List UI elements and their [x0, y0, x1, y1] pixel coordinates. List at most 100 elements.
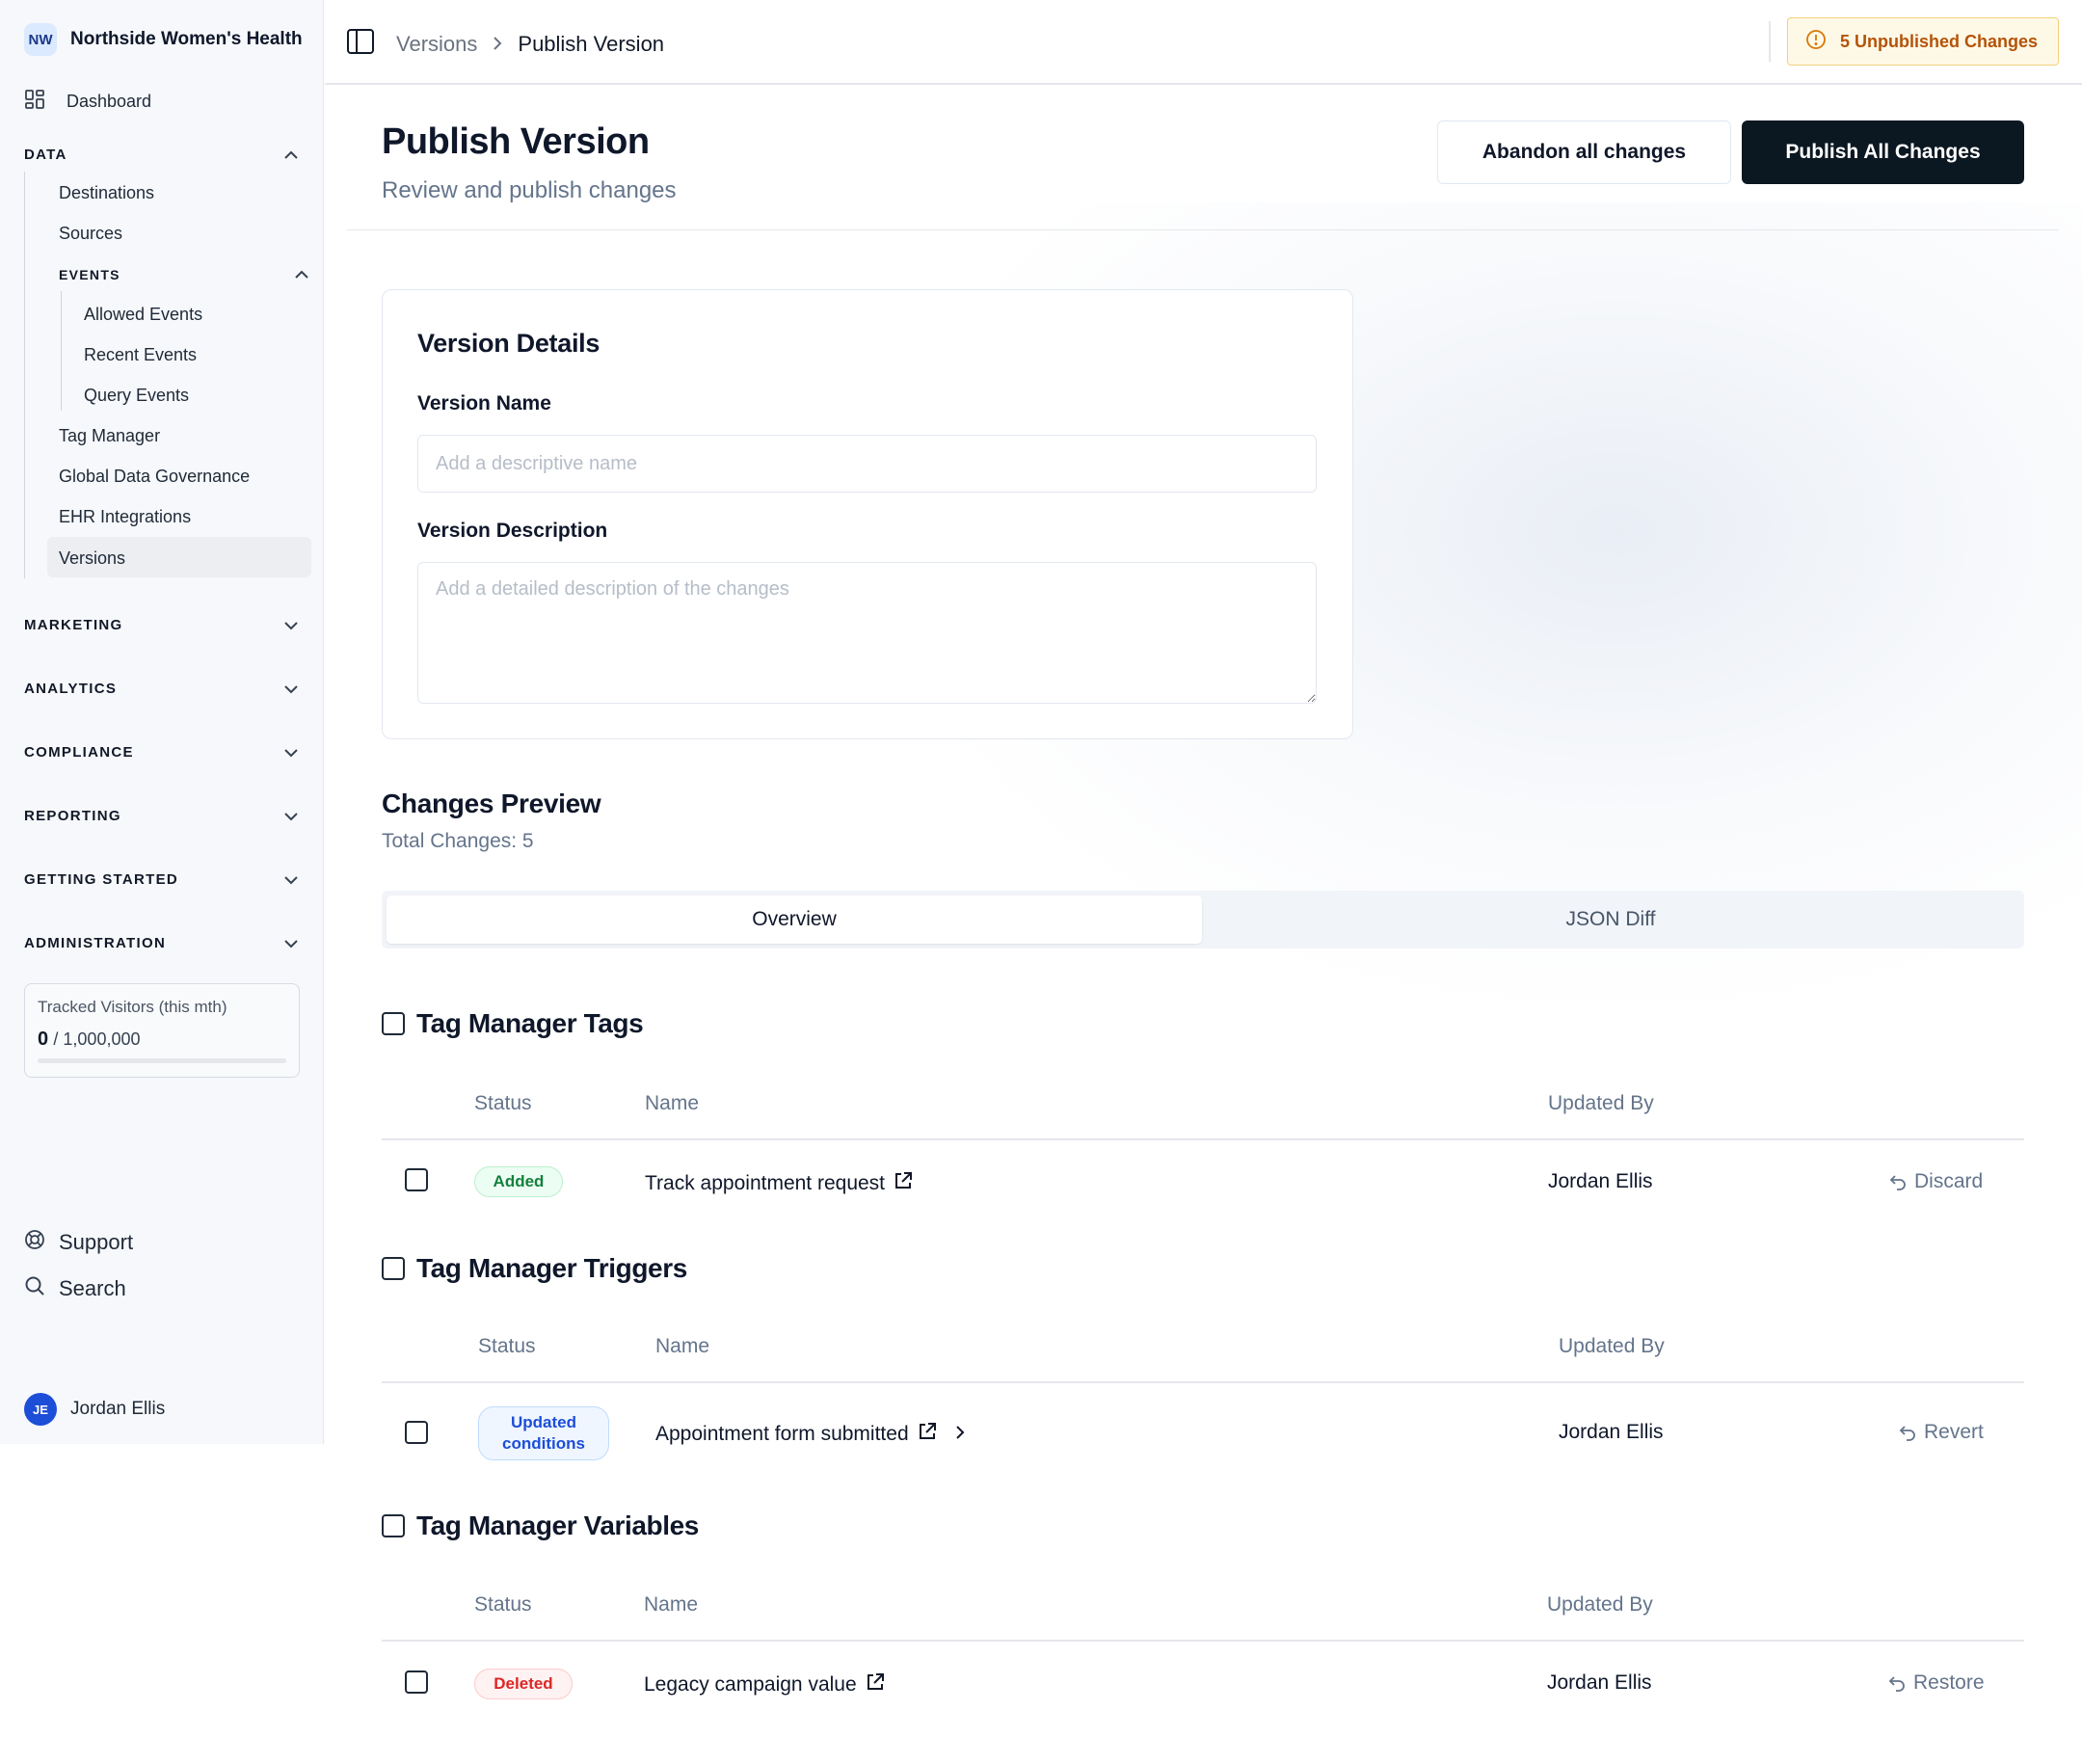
status-badge: Updated conditions: [478, 1406, 609, 1460]
publish-all-changes-button[interactable]: Publish All Changes: [1742, 120, 2024, 184]
unpublished-changes-label: 5 Unpublished Changes: [1840, 31, 2039, 51]
discard-button[interactable]: Discard: [1889, 1170, 1983, 1193]
group-tag-manager-tags: Tag Manager Tags: [382, 1008, 644, 1039]
chevron-down-icon: [283, 748, 299, 758]
section-compliance[interactable]: COMPLIANCE: [24, 744, 299, 761]
dashboard-icon: [24, 89, 45, 115]
undo-icon: [1889, 1175, 1906, 1190]
divider: [1769, 21, 1771, 62]
tracked-visitors-value: 0 / 1,000,000: [38, 1029, 286, 1051]
action-label: Discard: [1914, 1170, 1984, 1192]
column-header-updated-by: Updated By: [1548, 1092, 1654, 1114]
section-label: COMPLIANCE: [24, 744, 134, 761]
column-header-updated-by: Updated By: [1559, 1335, 1665, 1357]
section-events[interactable]: EVENTS: [59, 267, 309, 282]
search-icon: [24, 1275, 45, 1302]
sidebar-toggle-icon[interactable]: [346, 27, 375, 62]
table-divider: [382, 1138, 2024, 1140]
status-badge: Added: [474, 1166, 563, 1197]
page-subtitle: Review and publish changes: [382, 177, 677, 203]
chevron-right-icon: [493, 32, 502, 57]
revert-button[interactable]: Revert: [1899, 1421, 1984, 1444]
tab-json-diff[interactable]: JSON Diff: [1202, 895, 2019, 944]
section-label: MARKETING: [24, 617, 123, 633]
chevron-down-icon: [283, 939, 299, 949]
tracked-visitors-label: Tracked Visitors (this mth): [38, 998, 227, 1016]
divider: [347, 229, 2059, 230]
external-link-icon: [865, 1671, 886, 1698]
column-header-name: Name: [645, 1092, 700, 1114]
group-select-checkbox[interactable]: [382, 1514, 405, 1537]
section-label: ADMINISTRATION: [24, 935, 167, 951]
section-data[interactable]: DATA: [24, 147, 299, 163]
chevron-down-icon: [283, 812, 299, 821]
sidebar-item-versions[interactable]: Versions: [47, 537, 311, 577]
top-bar: Versions Publish Version 5 Unpublished C…: [325, 0, 2082, 85]
column-header-name: Name: [655, 1335, 710, 1357]
sidebar-item-destinations[interactable]: Destinations: [59, 183, 154, 203]
row-select-checkbox[interactable]: [405, 1670, 428, 1694]
chevron-down-icon: [283, 684, 299, 694]
group-title: Tag Manager Tags: [416, 1008, 644, 1038]
sidebar-item-allowed-events[interactable]: Allowed Events: [84, 305, 202, 325]
row-name: Legacy campaign value: [644, 1673, 857, 1696]
unpublished-changes-badge[interactable]: 5 Unpublished Changes: [1787, 17, 2059, 66]
sidebar-item-recent-events[interactable]: Recent Events: [84, 345, 197, 365]
action-label: Revert: [1924, 1421, 1984, 1443]
visitors-count: 0: [38, 1029, 49, 1050]
user-menu[interactable]: JE Jordan Ellis: [24, 1393, 165, 1426]
row-name-link[interactable]: Track appointment request: [645, 1170, 914, 1197]
chevron-up-icon: [283, 150, 299, 160]
tab-overview[interactable]: Overview: [387, 895, 1202, 944]
column-header-status: Status: [478, 1335, 536, 1357]
section-getting-started[interactable]: GETTING STARTED: [24, 871, 299, 888]
chevron-down-icon: [283, 621, 299, 630]
section-analytics[interactable]: ANALYTICS: [24, 681, 299, 697]
column-header-updated-by: Updated By: [1547, 1593, 1653, 1616]
version-description-input[interactable]: [417, 562, 1317, 704]
breadcrumb-versions[interactable]: Versions: [396, 32, 477, 57]
sidebar-item-sources[interactable]: Sources: [59, 224, 122, 244]
lifebuoy-icon: [24, 1229, 45, 1256]
chevron-right-icon[interactable]: [955, 1423, 965, 1446]
support-link[interactable]: Support: [24, 1229, 133, 1256]
group-select-checkbox[interactable]: [382, 1257, 405, 1280]
abandon-all-changes-button[interactable]: Abandon all changes: [1437, 120, 1731, 184]
column-header-status: Status: [474, 1092, 532, 1114]
search-label: Search: [59, 1276, 126, 1300]
visitors-limit: / 1,000,000: [53, 1029, 141, 1049]
column-header-status: Status: [474, 1593, 532, 1616]
workspace-switcher[interactable]: NW Northside Women's Health: [24, 23, 303, 56]
restore-button[interactable]: Restore: [1888, 1671, 1985, 1695]
breadcrumb-current: Publish Version: [518, 32, 665, 56]
row-name-link[interactable]: Legacy campaign value: [644, 1671, 886, 1698]
sidebar-item-dashboard[interactable]: Dashboard: [24, 89, 151, 115]
row-name-link[interactable]: Appointment form submitted: [655, 1421, 965, 1448]
section-label: GETTING STARTED: [24, 871, 179, 888]
sidebar-item-ehr-integrations[interactable]: EHR Integrations: [59, 507, 191, 527]
tracked-visitors-card: Tracked Visitors (this mth) 0 / 1,000,00…: [24, 983, 300, 1078]
workspace-logo: NW: [24, 23, 57, 56]
column-header-name: Name: [644, 1593, 699, 1616]
section-reporting[interactable]: REPORTING: [24, 808, 299, 824]
section-administration[interactable]: ADMINISTRATION: [24, 935, 299, 951]
sidebar-item-query-events[interactable]: Query Events: [84, 386, 189, 406]
row-select-checkbox[interactable]: [405, 1421, 428, 1444]
support-label: Support: [59, 1230, 134, 1254]
page-title: Publish Version: [382, 121, 650, 162]
version-name-input[interactable]: [417, 435, 1317, 493]
sidebar-item-global-data-governance[interactable]: Global Data Governance: [59, 467, 250, 487]
section-marketing[interactable]: MARKETING: [24, 617, 299, 633]
search-link[interactable]: Search: [24, 1275, 126, 1302]
section-label: ANALYTICS: [24, 681, 118, 697]
visitors-progress-bar: [38, 1058, 286, 1063]
workspace-name: Northside Women's Health: [70, 29, 303, 49]
group-tag-manager-variables: Tag Manager Variables: [382, 1510, 699, 1541]
row-select-checkbox[interactable]: [405, 1168, 428, 1191]
preview-tabs: Overview JSON Diff: [382, 891, 2024, 949]
chevron-up-icon: [294, 270, 309, 280]
sidebar-item-tag-manager[interactable]: Tag Manager: [59, 426, 160, 446]
status-badge: Deleted: [474, 1669, 573, 1699]
group-select-checkbox[interactable]: [382, 1012, 405, 1035]
section-label: EVENTS: [59, 267, 120, 282]
